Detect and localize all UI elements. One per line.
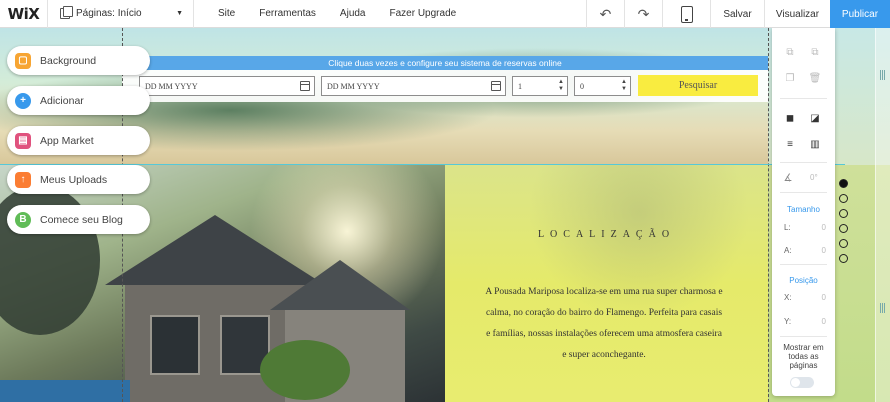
anchor-dot[interactable] xyxy=(839,194,848,203)
background-icon: ▢ xyxy=(15,52,31,69)
app-market-icon: ▤ xyxy=(15,132,31,149)
children-value: 0 xyxy=(580,81,584,91)
publish-button[interactable]: Publicar xyxy=(830,0,890,28)
anchor-dot[interactable] xyxy=(839,224,848,233)
calendar-icon[interactable] xyxy=(300,81,310,91)
preview-button[interactable]: Visualizar xyxy=(764,0,830,28)
add-icon: + xyxy=(15,92,31,109)
upload-icon: ↑ xyxy=(15,171,31,188)
rotation-value[interactable]: 0° xyxy=(810,173,818,182)
y-field[interactable]: Y: 0 xyxy=(784,317,826,326)
app-market-button[interactable]: ▤ App Market xyxy=(7,126,150,155)
pages-icon xyxy=(60,6,73,19)
scroll-grip-icon[interactable] xyxy=(880,303,885,313)
right-gridline xyxy=(768,28,769,402)
duplicate-icon[interactable]: ❐ xyxy=(784,72,796,84)
wix-logo[interactable]: WiX xyxy=(0,0,48,28)
top-menu: Site Ferramentas Ajuda Fazer Upgrade xyxy=(194,0,468,28)
menu-tools[interactable]: Ferramentas xyxy=(247,8,328,19)
vertical-scrollbar[interactable] xyxy=(875,28,890,402)
anchor-dot[interactable] xyxy=(839,239,848,248)
size-label: Tamanho xyxy=(787,205,820,214)
spinner-arrows-icon[interactable]: ▲ ▼ xyxy=(558,79,564,93)
anchor-dot[interactable] xyxy=(839,179,848,188)
distribute-icon[interactable]: ▥ xyxy=(809,138,821,150)
chevron-down-icon: ▼ xyxy=(176,10,183,17)
rotate-icon[interactable]: ∡ xyxy=(782,172,794,184)
adults-stepper[interactable]: 1 ▲ ▼ xyxy=(512,76,568,96)
menu-site[interactable]: Site xyxy=(194,8,247,19)
delete-icon[interactable]: 🗑 xyxy=(809,72,822,84)
send-backward-icon[interactable]: ◪ xyxy=(809,112,821,124)
layout-tool-panel: ⧉ ⧉ ❐ 🗑 ◼ ◪ ≡ ▥ ∡ 0° Tamanho L: 0 A: 0 Pos… xyxy=(772,28,835,396)
calendar-icon[interactable] xyxy=(491,81,501,91)
menu-upgrade[interactable]: Fazer Upgrade xyxy=(378,8,469,19)
checkout-placeholder: DD MM YYYY xyxy=(327,81,380,91)
start-blog-label: Comece seu Blog xyxy=(40,213,123,226)
redo-icon[interactable]: ↷ xyxy=(624,0,662,28)
scroll-grip-icon[interactable] xyxy=(880,70,885,80)
width-field[interactable]: L: 0 xyxy=(784,223,826,232)
add-label: Adicionar xyxy=(40,94,84,107)
background-button[interactable]: ▢ Background xyxy=(7,46,150,75)
search-button[interactable]: Pesquisar xyxy=(638,75,758,96)
anchor-dot[interactable] xyxy=(839,254,848,263)
paste-icon[interactable]: ⧉ xyxy=(809,46,821,58)
mobile-device-icon[interactable] xyxy=(662,0,710,28)
bring-forward-icon[interactable]: ◼ xyxy=(784,112,796,124)
anchor-dot[interactable] xyxy=(839,209,848,218)
pages-label: Páginas: Início xyxy=(76,8,142,19)
adults-value: 1 xyxy=(518,81,522,91)
checkin-date-field[interactable]: DD MM YYYY xyxy=(139,76,315,96)
start-blog-button[interactable]: B Comece seu Blog xyxy=(7,205,150,234)
location-title: LOCALIZAÇÃO xyxy=(537,229,676,240)
blog-icon: B xyxy=(15,211,31,228)
align-icon[interactable]: ≡ xyxy=(784,138,796,150)
booking-banner[interactable]: Clique duas vezes e configure seu sistem… xyxy=(122,56,768,70)
add-button[interactable]: + Adicionar xyxy=(7,86,150,115)
my-uploads-button[interactable]: ↑ Meus Uploads xyxy=(7,165,150,194)
house-photo[interactable] xyxy=(0,165,445,402)
x-field[interactable]: X: 0 xyxy=(784,293,826,302)
show-all-pages-label: Mostrar em todas as páginas xyxy=(783,343,824,370)
pages-dropdown[interactable]: Páginas: Início ▼ xyxy=(48,0,194,28)
children-stepper[interactable]: 0 ▲ ▼ xyxy=(574,76,631,96)
show-all-pages-toggle[interactable] xyxy=(790,377,814,388)
position-label: Posição xyxy=(789,276,818,285)
undo-icon[interactable]: ↶ xyxy=(586,0,624,28)
app-market-label: App Market xyxy=(40,134,94,147)
save-button[interactable]: Salvar xyxy=(710,0,764,28)
location-text: A Pousada Mariposa localiza-se em uma ru… xyxy=(485,287,723,360)
background-label: Background xyxy=(40,54,97,67)
menu-help[interactable]: Ajuda xyxy=(328,8,378,19)
checkout-date-field[interactable]: DD MM YYYY xyxy=(321,76,506,96)
my-uploads-label: Meus Uploads xyxy=(40,173,108,186)
height-field[interactable]: A: 0 xyxy=(784,246,826,255)
checkin-placeholder: DD MM YYYY xyxy=(145,81,198,91)
spinner-arrows-icon[interactable]: ▲ ▼ xyxy=(621,79,627,93)
copy-icon[interactable]: ⧉ xyxy=(784,46,796,58)
